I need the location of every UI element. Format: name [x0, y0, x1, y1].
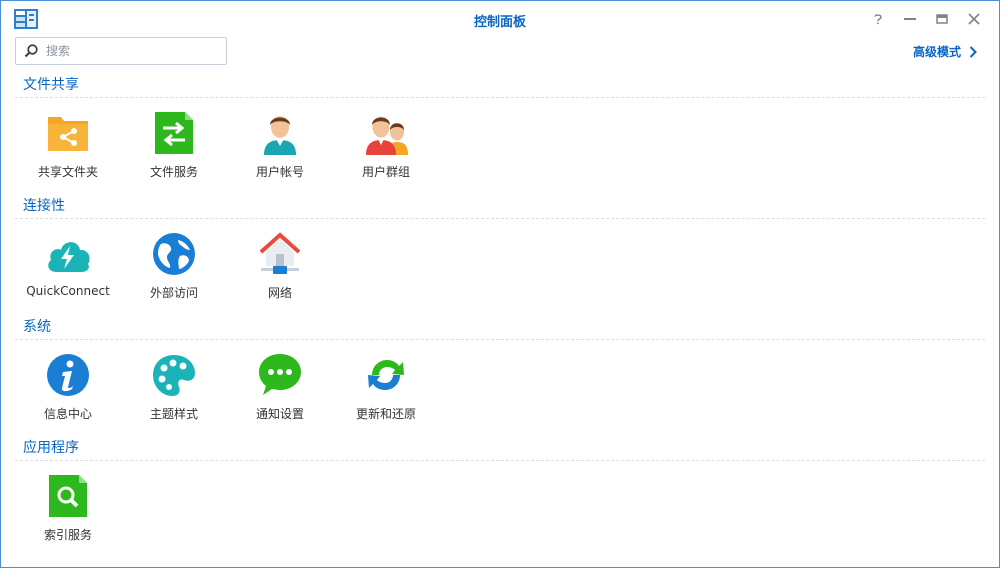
- section-title-system: 系统: [23, 319, 51, 335]
- advanced-mode-link[interactable]: 高级模式: [913, 43, 977, 60]
- section-divider: [15, 460, 985, 461]
- help-icon: [874, 14, 882, 25]
- tile-label: 文件服务: [149, 165, 198, 179]
- tile-label: 共享文件夹: [37, 165, 98, 179]
- tile-label: 外部访问: [149, 286, 198, 300]
- tile-quickconnect[interactable]: QuickConnect: [15, 232, 121, 322]
- quickconnect-icon: [48, 242, 90, 272]
- indexing-service-icon: [49, 475, 87, 517]
- minimize-button[interactable]: [899, 9, 921, 29]
- tile-user-account[interactable]: 用户帐号: [227, 111, 333, 201]
- tile-label: 索引服务: [43, 528, 92, 542]
- external-access-icon: [153, 233, 195, 275]
- group-icon: [366, 116, 408, 155]
- tile-label: 更新和还原: [355, 407, 416, 421]
- section-divider: [15, 97, 985, 98]
- tile-info-center[interactable]: 信息中心: [15, 353, 121, 443]
- notification-icon: [259, 354, 301, 395]
- user-icon: [264, 116, 296, 155]
- tile-external-access[interactable]: 外部访问: [121, 232, 227, 322]
- section-divider: [15, 339, 985, 340]
- tile-network[interactable]: 网络: [227, 232, 333, 322]
- section-divider: [15, 218, 985, 219]
- section-title-applications: 应用程序: [23, 440, 79, 456]
- help-button[interactable]: [867, 9, 889, 29]
- theme-icon: [153, 355, 195, 396]
- tile-file-services[interactable]: 文件服务: [121, 111, 227, 201]
- tile-label: 用户帐号: [255, 165, 304, 179]
- search-box[interactable]: [15, 37, 227, 65]
- tile-label: 通知设置: [255, 407, 304, 421]
- control-panel-window: 控制面板 搜索 高级模式 文件共享 共享文件夹 文件服务 用户帐号 用户群组 连…: [0, 0, 1000, 568]
- tile-label: 信息中心: [43, 407, 92, 421]
- chevron-right-icon: [969, 45, 977, 58]
- section-title-connectivity: 连接性: [23, 198, 65, 214]
- file-services-icon: [155, 112, 193, 154]
- tile-indexing-service[interactable]: 索引服务: [15, 474, 121, 564]
- maximize-icon: [936, 14, 948, 24]
- close-icon: [968, 13, 980, 25]
- tile-label: QuickConnect: [26, 284, 110, 298]
- minimize-icon: [904, 18, 916, 20]
- tile-update-restore[interactable]: 更新和还原: [333, 353, 439, 443]
- tile-notification[interactable]: 通知设置: [227, 353, 333, 443]
- info-center-icon: [47, 354, 89, 396]
- network-icon: [259, 232, 301, 274]
- title-bar[interactable]: 控制面板: [1, 1, 999, 35]
- maximize-button[interactable]: [931, 9, 953, 29]
- advanced-mode-label: 高级模式: [912, 45, 961, 59]
- close-button[interactable]: [963, 9, 985, 29]
- tile-label: 主题样式: [149, 407, 198, 421]
- search-icon: [24, 44, 38, 58]
- tile-label: 网络: [267, 286, 292, 300]
- tile-shared-folder[interactable]: 共享文件夹: [15, 111, 121, 201]
- shared-folder-icon: [48, 117, 88, 151]
- update-restore-icon: [368, 360, 404, 390]
- search-input[interactable]: [44, 41, 224, 61]
- section-title-file-sharing: 文件共享: [23, 77, 79, 93]
- tile-label: 用户群组: [361, 165, 410, 179]
- tile-theme[interactable]: 主题样式: [121, 353, 227, 443]
- window-title: 控制面板: [473, 15, 526, 30]
- tile-user-group[interactable]: 用户群组: [333, 111, 439, 201]
